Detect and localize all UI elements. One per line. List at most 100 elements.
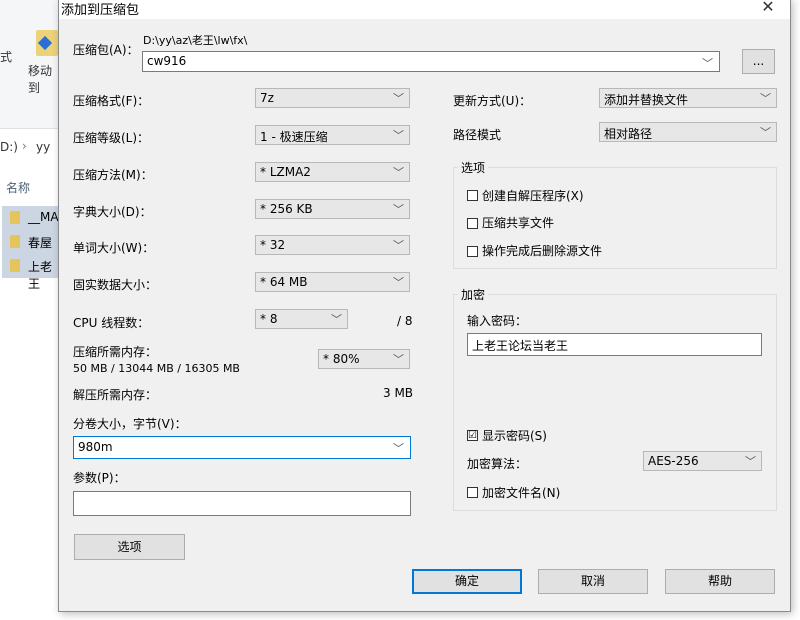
word-size-value: * 32 (260, 238, 286, 252)
chevron-down-icon: ﹀ (745, 455, 756, 468)
breadcrumb-yy[interactable]: yy (36, 140, 50, 154)
encryption-group-title: 加密 (458, 286, 489, 303)
sfx-label[interactable]: 创建自解压程序(X) (482, 187, 584, 204)
update-mode-select[interactable]: 添加并替换文件 ﹀ (599, 88, 777, 108)
dictionary-label: 字典大小(D)： (73, 205, 152, 219)
archive-label: 压缩包(A)： (73, 43, 139, 57)
method-value: * LZMA2 (260, 165, 311, 179)
archive-name-value: cw916 (147, 54, 187, 68)
chevron-down-icon: ﹀ (393, 203, 404, 216)
method-select[interactable]: * LZMA2 ﹀ (255, 162, 410, 182)
encrypt-names-label[interactable]: 加密文件名(N) (482, 484, 560, 501)
chevron-down-icon: ﹀ (393, 129, 404, 142)
memory-usage-select[interactable]: * 80% ﹀ (318, 349, 410, 369)
volume-size-value: 980m (78, 440, 113, 454)
chevron-down-icon[interactable]: ﹀ (702, 55, 713, 71)
list-item-label: __MA (28, 210, 59, 224)
shared-files-checkbox[interactable] (467, 218, 478, 229)
list-item[interactable]: 上老王 (2, 254, 58, 291)
archive-name-combo[interactable]: cw916 ﹀ (142, 51, 720, 72)
threads-total: / 8 (397, 314, 413, 328)
solid-block-value: * 64 MB (260, 275, 308, 289)
show-password-checkbox[interactable]: ☑ (467, 430, 478, 441)
path-mode-label: 路径模式 (453, 128, 502, 142)
dictionary-select[interactable]: * 256 KB ﹀ (255, 199, 410, 219)
options-group-title: 选项 (458, 159, 489, 176)
memory-usage-value: * 80% (323, 352, 360, 366)
level-label: 压缩等级(L)： (73, 131, 150, 145)
level-select[interactable]: 1 - 极速压缩 ﹀ (255, 125, 410, 145)
encrypt-names-checkbox[interactable] (467, 487, 478, 498)
delete-after-checkbox[interactable] (467, 246, 478, 257)
word-size-label: 单词大小(W)： (73, 241, 155, 255)
list-item-label: 春屋 (28, 236, 53, 250)
update-mode-value: 添加并替换文件 (604, 93, 689, 107)
delete-after-label[interactable]: 操作完成后删除源文件 (482, 242, 602, 259)
list-item[interactable]: 春屋 (2, 230, 58, 254)
parameters-label: 参数(P)： (73, 471, 126, 485)
method-label: 压缩方法(M)： (73, 168, 153, 182)
chevron-down-icon: ﹀ (393, 276, 404, 289)
archive-path: D:\yy\az\老王\lw\fx\ (143, 34, 248, 47)
format-value: 7z (260, 91, 274, 105)
move-to-label[interactable]: 移动到 (28, 62, 58, 96)
ribbon-label: 式 (0, 50, 13, 64)
level-value: 1 - 极速压缩 (260, 130, 328, 144)
column-header-name[interactable]: 名称 (6, 179, 30, 196)
encryption-method-label: 加密算法： (467, 457, 528, 471)
browse-button[interactable]: ... (742, 49, 775, 74)
compress-memory-label: 压缩所需内存： (73, 345, 158, 359)
folder-icon (10, 235, 20, 248)
decompress-memory-value: 3 MB (383, 386, 414, 400)
threads-select[interactable]: * 8 ﹀ (255, 309, 348, 329)
close-icon[interactable]: ✕ (756, 0, 780, 17)
word-size-select[interactable]: * 32 ﹀ (255, 235, 410, 255)
chevron-down-icon: ﹀ (393, 166, 404, 179)
chevron-down-icon: ﹀ (393, 239, 404, 252)
help-button[interactable]: 帮助 (665, 569, 775, 594)
add-to-archive-dialog: 添加到压缩包 ✕ 压缩包(A)： D:\yy\az\老王\lw\fx\ cw91… (58, 0, 791, 612)
move-to-icon[interactable] (36, 30, 58, 56)
encryption-method-select[interactable]: AES-256 ﹀ (643, 451, 762, 471)
solid-block-select[interactable]: * 64 MB ﹀ (255, 272, 410, 292)
solid-block-label: 固实数据大小： (73, 278, 158, 292)
format-select[interactable]: 7z ﹀ (255, 88, 410, 108)
sfx-checkbox[interactable] (467, 190, 478, 201)
chevron-down-icon[interactable]: ﹀ (393, 440, 404, 456)
compress-memory-detail: 50 MB / 13044 MB / 16305 MB (73, 362, 240, 375)
format-label: 压缩格式(F)： (73, 94, 150, 108)
folder-icon (10, 259, 20, 272)
dictionary-value: * 256 KB (260, 202, 313, 216)
password-value: 上老王论坛当老王 (472, 339, 569, 353)
breadcrumb-separator: › (22, 139, 27, 153)
encryption-method-value: AES-256 (648, 454, 699, 468)
chevron-down-icon: ﹀ (331, 313, 342, 326)
update-mode-label: 更新方式(U)： (453, 94, 532, 108)
chevron-down-icon: ﹀ (760, 92, 771, 105)
chevron-down-icon: ﹀ (760, 126, 771, 139)
threads-label: CPU 线程数： (73, 316, 150, 330)
path-mode-select[interactable]: 相对路径 ﹀ (599, 122, 777, 142)
parameters-input[interactable] (73, 491, 411, 516)
shared-files-label[interactable]: 压缩共享文件 (482, 214, 554, 231)
arrow-icon (37, 35, 53, 51)
folder-icon (10, 211, 20, 224)
password-input[interactable]: 上老王论坛当老王 (467, 333, 762, 356)
breadcrumb-drive[interactable]: D:) (0, 140, 18, 154)
path-mode-value: 相对路径 (604, 127, 653, 141)
list-item-label: 上老王 (28, 260, 53, 291)
decompress-memory-label: 解压所需内存： (73, 388, 158, 402)
ok-button[interactable]: 确定 (412, 569, 522, 594)
chevron-down-icon: ﹀ (393, 353, 404, 366)
dialog-title: 添加到压缩包 (61, 3, 140, 18)
volume-size-combo[interactable]: 980m ﹀ (73, 436, 411, 459)
chevron-down-icon: ﹀ (393, 92, 404, 105)
cancel-button[interactable]: 取消 (538, 569, 648, 594)
options-button[interactable]: 选项 (74, 534, 185, 560)
volume-size-label: 分卷大小，字节(V)： (73, 417, 187, 431)
threads-value: * 8 (260, 312, 278, 326)
list-item[interactable]: __MA (2, 206, 59, 230)
password-label: 输入密码： (467, 314, 528, 328)
show-password-label[interactable]: 显示密码(S) (482, 427, 547, 444)
title-bar[interactable]: 添加到压缩包 ✕ (59, 0, 790, 19)
